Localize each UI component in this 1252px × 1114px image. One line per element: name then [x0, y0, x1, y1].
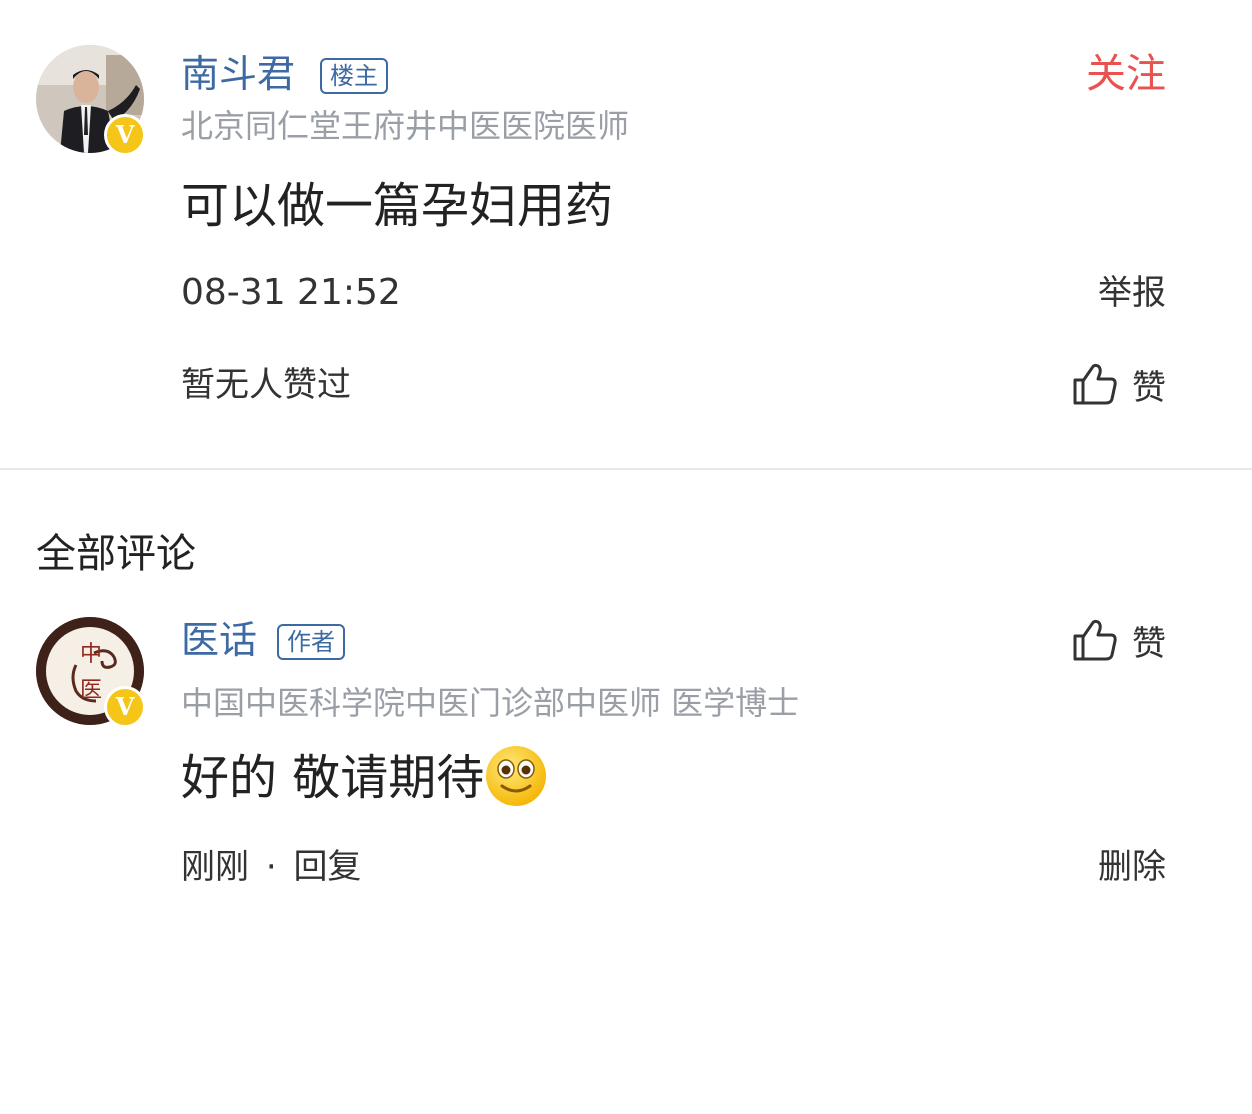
comment-meta: 刚刚 · 回复	[181, 846, 361, 888]
comment-content: 好的 敬请期待	[181, 744, 548, 808]
author-title: 北京同仁堂王府井中医医院医师	[181, 107, 630, 145]
avatar-char-top: 中	[80, 642, 102, 667]
owner-tag: 楼主	[320, 58, 388, 94]
like-label: 赞	[1132, 367, 1166, 408]
verified-badge-icon: V	[104, 114, 146, 156]
comment-like-button[interactable]: 赞	[1072, 616, 1166, 664]
comment-author-title: 中国中医科学院中医门诊部中医师 医学博士	[181, 684, 800, 722]
author-tag: 作者	[277, 624, 345, 660]
likes-summary: 暂无人赞过	[181, 365, 351, 405]
thumbs-up-icon	[1073, 363, 1117, 405]
comment-author-name[interactable]: 医话	[181, 618, 257, 662]
comments-section-title: 全部评论	[36, 531, 196, 577]
like-label: 赞	[1132, 623, 1166, 664]
comment-time: 刚刚	[181, 847, 249, 887]
delete-button[interactable]: 删除	[1098, 846, 1166, 888]
comment-text: 好的 敬请期待	[181, 750, 485, 806]
post-content: 可以做一篇孕妇用药	[181, 178, 614, 234]
post-timestamp: 08-31 21:52	[181, 272, 401, 313]
avatar-char-bottom: 医	[80, 678, 102, 703]
smile-emoji-icon	[486, 746, 547, 806]
verified-badge-icon: V	[104, 686, 146, 728]
report-button[interactable]: 举报	[1098, 272, 1166, 314]
meta-separator: ·	[265, 847, 277, 887]
follow-button[interactable]: 关注	[1086, 50, 1166, 98]
thumbs-up-icon	[1073, 619, 1117, 661]
like-button[interactable]: 赞	[1072, 360, 1166, 408]
author-name[interactable]: 南斗君	[181, 52, 295, 96]
section-divider	[0, 468, 1252, 470]
reply-button[interactable]: 回复	[293, 847, 361, 887]
